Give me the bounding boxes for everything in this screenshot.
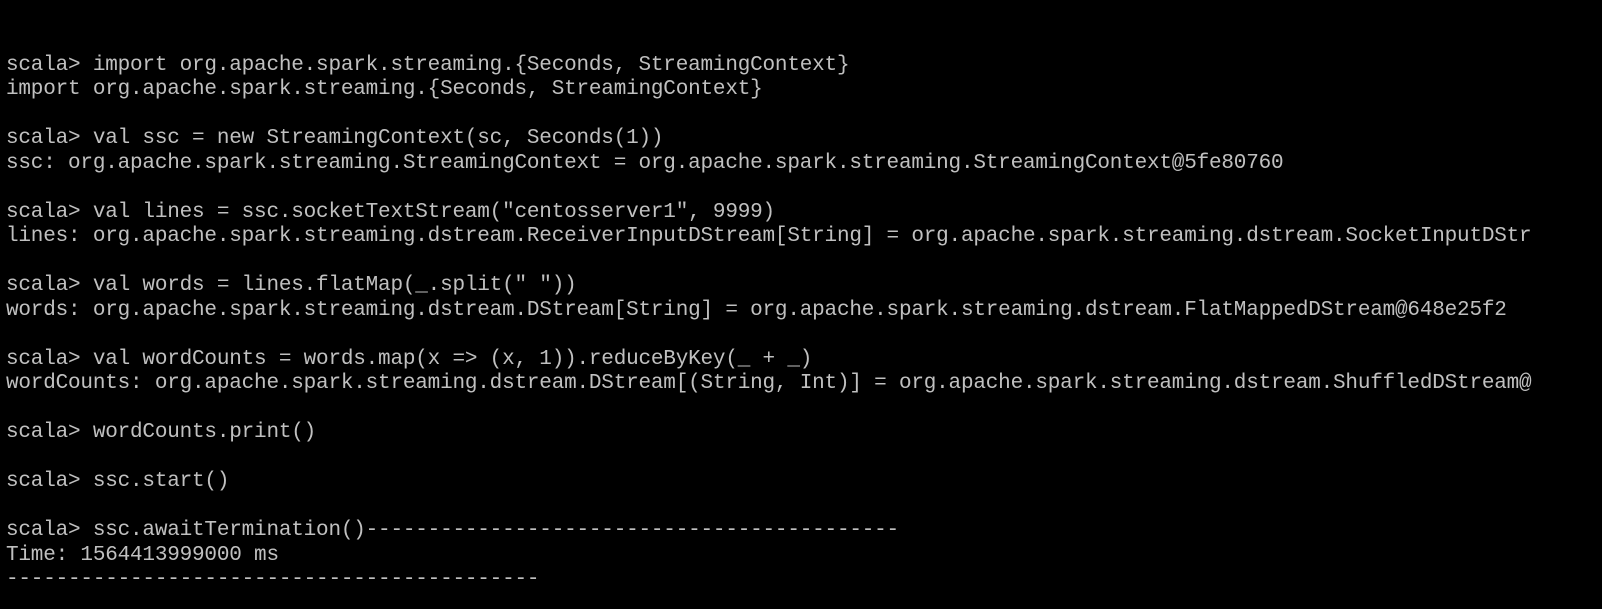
terminal-line-start-command: scala> ssc.start() [6, 470, 230, 493]
terminal-line-print-command: scala> wordCounts.print() [6, 421, 317, 444]
terminal-line-wordcounts-command: scala> val wordCounts = words.map(x => (… [6, 347, 813, 371]
terminal-line-ssc-command: scala> val ssc = new StreamingContext(sc… [6, 127, 664, 150]
terminal-line-import-result: import org.apache.spark.streaming.{Secon… [6, 78, 763, 101]
terminal-line-wordcounts-result: wordCounts: org.apache.spark.streaming.d… [6, 372, 1532, 395]
terminal-line-lines-command: scala> val lines = ssc.socketTextStream(… [6, 200, 775, 224]
terminal-line-import-command: scala> import org.apache.spark.streaming… [6, 53, 850, 77]
terminal-window[interactable]: scala> import org.apache.spark.streaming… [0, 0, 1602, 609]
terminal-line-words-result: words: org.apache.spark.streaming.dstrea… [6, 298, 1507, 322]
terminal-line-ssc-result: ssc: org.apache.spark.streaming.Streamin… [6, 151, 1284, 175]
terminal-line-words-command: scala> val words = lines.flatMap(_.split… [6, 274, 577, 297]
terminal-line-lines-result: lines: org.apache.spark.streaming.dstrea… [6, 225, 1532, 248]
terminal-line-await-command: scala> ssc.awaitTermination()-----------… [6, 519, 899, 542]
terminal-output: scala> import org.apache.spark.streaming… [6, 29, 1532, 593]
terminal-line-time-output: Time: 1564413999000 ms [6, 543, 279, 567]
terminal-line-separator: ----------------------------------------… [6, 568, 540, 591]
